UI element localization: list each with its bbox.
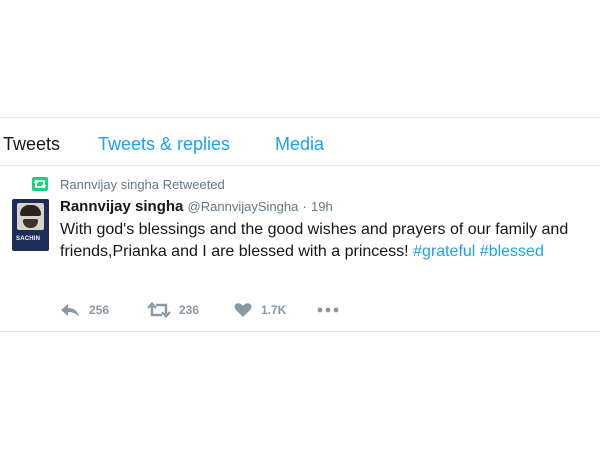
separator-dot: · [302,199,307,214]
hashtag-blessed[interactable]: #blessed [480,243,544,260]
retweet-count: 236 [179,303,200,317]
heart-icon [234,303,252,317]
author-name[interactable]: Rannvijay singha [60,198,183,215]
author-handle[interactable]: @RannvijaySingha [188,199,299,214]
tweet-card[interactable]: Rannvijay singha Retweeted SACHIN Rannvi… [0,166,600,332]
avatar-caption: SACHIN [16,236,41,242]
blank-area-top [0,0,600,117]
retweet-icon [32,177,48,191]
more-dots-icon [317,307,339,313]
tweet-header: Rannvijay singha @RannvijaySingha · 19h [60,197,333,217]
hashtag-grateful[interactable]: #grateful [413,243,475,260]
tab-media[interactable]: Media [275,134,324,154]
retweet-context-label[interactable]: Rannvijay singha Retweeted [60,177,225,193]
tweet-timestamp[interactable]: 19h [311,199,333,214]
tab-tweets-and-replies[interactable]: Tweets & replies [98,134,230,154]
reply-count: 256 [89,303,110,317]
reply-icon [61,304,79,317]
tab-tweets[interactable]: Tweets [3,134,60,154]
tweet-text: With god's blessings and the good wishes… [60,219,590,263]
avatar-hair [20,205,41,216]
avatar[interactable]: SACHIN [12,199,49,251]
profile-tabs: Tweets Tweets & replies Media [0,117,600,166]
retweet-icon [147,302,171,318]
like-count: 1.7K [261,303,287,317]
